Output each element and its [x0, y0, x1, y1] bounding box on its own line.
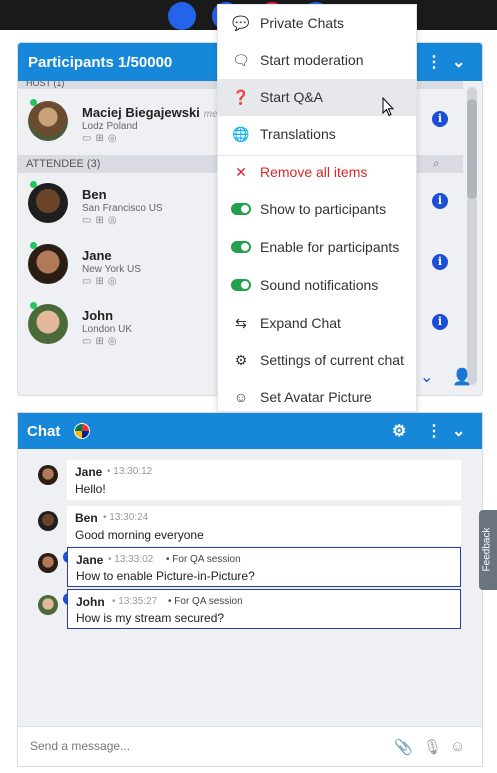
menu-item-private-chats[interactable]: 💬 Private Chats	[218, 5, 416, 42]
avatar	[38, 553, 58, 573]
feedback-tab[interactable]: Feedback	[479, 510, 497, 590]
kebab-icon[interactable]: ⋮	[426, 52, 442, 72]
message-tag: • For QA session	[166, 554, 241, 565]
device-icons: ▭⊞◎	[82, 133, 121, 144]
online-indicator	[30, 242, 37, 249]
menu-item-translations[interactable]: 🌐 Translations	[218, 116, 416, 153]
device-icons: ▭⊞◎	[82, 276, 121, 287]
add-user-icon[interactable]: 👤	[452, 367, 472, 387]
chat-options-menu: 💬 Private Chats 🗨 Start moderation ❓ Sta…	[217, 4, 417, 412]
participants-title: Participants 1/50000	[28, 54, 173, 71]
info-icon[interactable]: i	[432, 111, 448, 127]
device-icons: ▭⊞◎	[82, 336, 121, 347]
chat-message: Jane • 13:30:12 Hello!	[67, 460, 461, 500]
avatar	[28, 304, 68, 344]
menu-item-sound-notifications[interactable]: Sound notifications	[218, 267, 416, 304]
toggle-on-icon[interactable]	[231, 279, 251, 291]
participant-location: San Francisco US	[82, 203, 163, 214]
avatar-icon: ☺	[233, 389, 249, 405]
info-icon[interactable]: i	[432, 193, 448, 209]
gear-icon[interactable]: ⚙	[392, 421, 406, 441]
attachment-icon[interactable]: 📎	[394, 738, 413, 756]
gear-icon: ⚙	[234, 352, 248, 368]
participant-name: John	[82, 308, 114, 323]
menu-item-expand-chat[interactable]: ⇆ Expand Chat	[218, 305, 416, 342]
info-icon[interactable]: i	[432, 314, 448, 330]
chat-input-bar: 📎 🎙 ☺	[18, 726, 482, 766]
message-time: • 13:30:24	[103, 512, 149, 523]
avatar	[28, 244, 68, 284]
chat-message: Ben • 13:30:24 Good morning everyone	[67, 506, 461, 546]
kebab-icon[interactable]: ⋮	[426, 421, 442, 441]
participant-name: Ben	[82, 187, 107, 202]
device-icons: ▭⊞◎	[82, 215, 121, 226]
toggle-on-icon[interactable]	[231, 241, 251, 253]
language-flag-icon[interactable]	[74, 423, 90, 439]
menu-item-enable-for-participants[interactable]: Enable for participants	[218, 229, 416, 266]
microphone-icon[interactable]: 🎙	[423, 738, 442, 756]
message-time: • 13:30:12	[107, 466, 153, 477]
menu-item-set-avatar[interactable]: ☺ Set Avatar Picture	[218, 379, 416, 416]
message-time: • 13:35:27	[112, 596, 158, 607]
message-text: Hello!	[75, 482, 106, 496]
message-input[interactable]	[18, 727, 378, 765]
avatar	[38, 595, 58, 615]
expand-icon: ⇆	[235, 315, 247, 331]
camera-off-button[interactable]	[168, 2, 196, 30]
message-text: Good morning everyone	[75, 528, 204, 542]
avatar	[38, 511, 58, 531]
chat-panel: Chat ⚙ ⋮ ⌄ Jane • 13:30:12 Hello! Ben • …	[17, 412, 483, 767]
info-icon[interactable]: i	[432, 254, 448, 270]
question-icon: ❓	[232, 89, 250, 105]
emoji-icon[interactable]: ☺	[450, 738, 465, 755]
menu-item-show-to-participants[interactable]: Show to participants	[218, 191, 416, 228]
qa-message[interactable]: Jane • 13:33:02 • For QA session How to …	[67, 547, 461, 587]
avatar	[28, 101, 68, 141]
close-icon: ✕	[235, 164, 247, 180]
chats-icon: 💬	[232, 15, 250, 31]
menu-item-chat-settings[interactable]: ⚙ Settings of current chat	[218, 342, 416, 379]
participant-location: New York US	[82, 264, 141, 275]
participant-location: Lodz Poland	[82, 121, 138, 132]
participant-name: Maciej Biegajewski me	[82, 105, 218, 120]
toggle-on-icon[interactable]	[231, 203, 251, 215]
chat-title: Chat	[27, 423, 61, 440]
menu-item-remove-all[interactable]: ✕ Remove all items	[218, 154, 416, 191]
chat-header: Chat ⚙ ⋮ ⌄	[18, 413, 482, 449]
participant-name: Jane	[82, 248, 112, 263]
menu-item-start-moderation[interactable]: 🗨 Start moderation	[218, 42, 416, 79]
avatar	[28, 183, 68, 223]
message-time: • 13:33:02	[108, 554, 154, 565]
globe-icon: 🌐	[232, 126, 250, 142]
chevron-down-icon[interactable]: ⌄	[420, 367, 433, 387]
message-text: How is my stream secured?	[76, 611, 225, 625]
participants-scrollbar[interactable]	[467, 87, 477, 385]
participant-location: London UK	[82, 324, 133, 335]
online-indicator	[30, 99, 37, 106]
moderation-icon: 🗨	[232, 52, 250, 68]
qa-message[interactable]: John • 13:35:27 • For QA session How is …	[67, 589, 461, 629]
online-indicator	[30, 181, 37, 188]
online-indicator	[30, 302, 37, 309]
message-tag: • For QA session	[168, 596, 243, 607]
chevron-down-icon[interactable]: ⌄	[452, 421, 465, 441]
avatar	[38, 465, 58, 485]
mouse-cursor-icon	[382, 97, 394, 117]
search-icon[interactable]: ⌕	[433, 156, 440, 171]
message-text: How to enable Picture-in-Picture?	[76, 569, 255, 583]
chevron-down-icon[interactable]: ⌄	[452, 52, 465, 72]
